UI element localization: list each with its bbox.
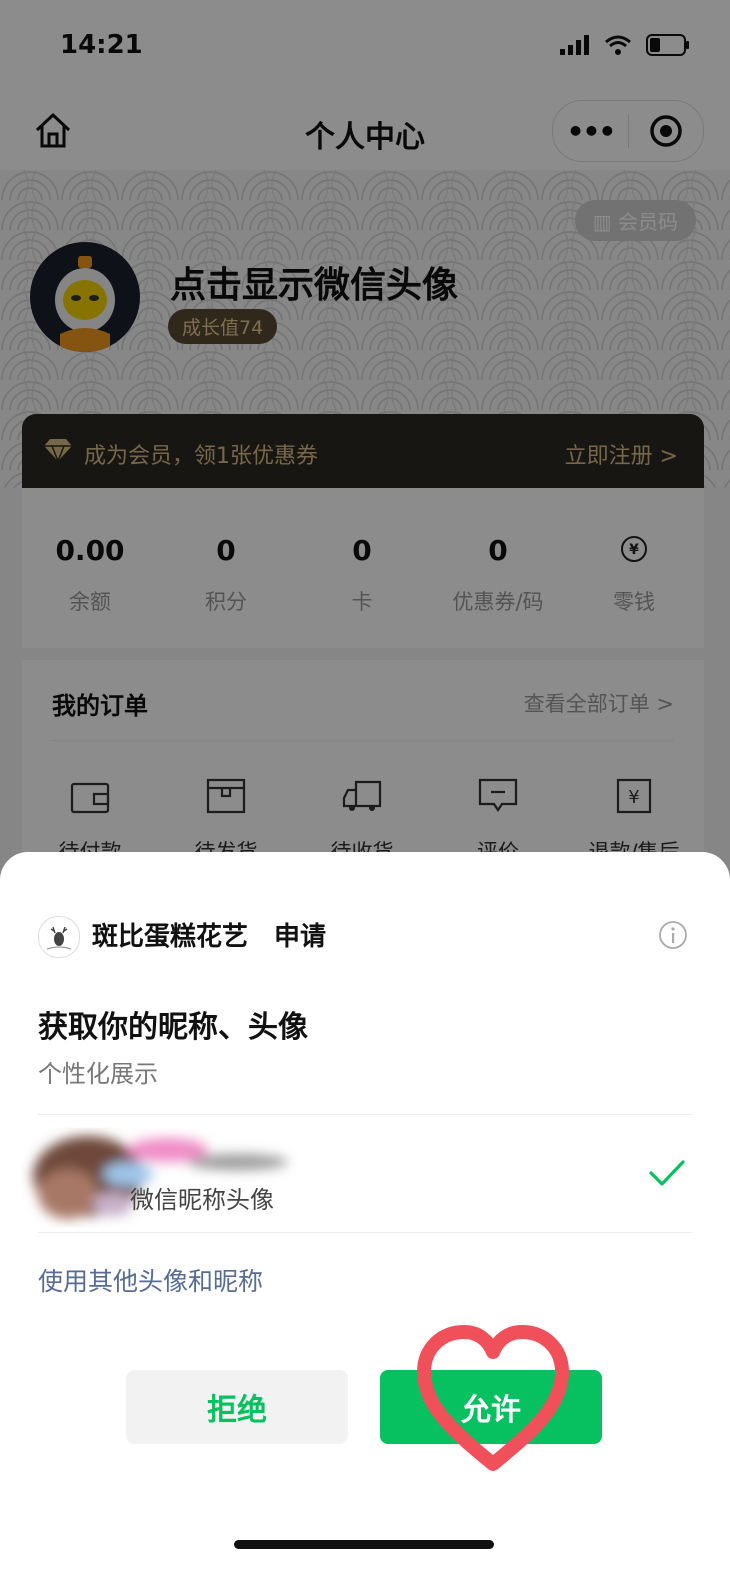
app-name: 斑比蛋糕花艺 [92,922,249,952]
profile-option-label: 微信昵称头像 [130,1186,274,1214]
checkmark-icon [649,1160,685,1186]
use-other-profile-link[interactable]: 使用其他头像和昵称 [38,1262,263,1298]
permission-title: 获取你的昵称、头像 [38,1010,308,1045]
divider [38,1232,692,1233]
authorization-sheet: 斑比蛋糕花艺 申请 获取你的昵称、头像 个性化展示 微信昵称头像 使用其他头像和… [0,852,730,1580]
app-logo [38,916,80,958]
home-indicator [234,1540,494,1549]
info-icon[interactable] [658,920,688,950]
permission-desc: 个性化展示 [38,1060,158,1088]
request-label: 申请 [274,922,327,952]
reject-button[interactable]: 拒绝 [126,1370,348,1444]
page: 14:21 个人中心 ••• ▥ 会员码 点击显示微信头像 成长值74 成为会员… [0,0,730,1580]
wechat-profile-option[interactable]: 微信昵称头像 [0,1114,730,1232]
deer-logo-icon [46,926,72,950]
allow-button[interactable]: 允许 [380,1370,602,1444]
